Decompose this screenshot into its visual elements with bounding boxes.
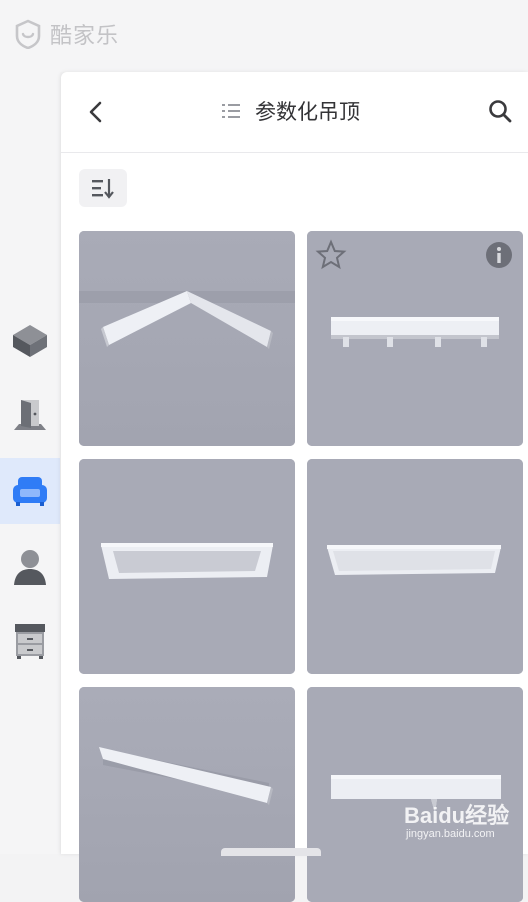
rail-item-furniture[interactable]	[0, 458, 60, 524]
search-icon[interactable]	[487, 98, 513, 124]
cube-icon	[13, 325, 47, 357]
left-rail	[0, 72, 60, 854]
person-icon	[14, 550, 46, 585]
chevron-left-icon[interactable]	[83, 98, 109, 126]
list-icon	[222, 104, 240, 118]
ceiling-model-image	[79, 231, 295, 446]
sort-icon	[92, 179, 114, 199]
cabinet-icon	[15, 624, 45, 659]
ceiling-model-image	[307, 687, 523, 902]
product-card[interactable]	[307, 231, 523, 446]
panel-header: 参数化吊顶	[61, 72, 528, 153]
star-outline-icon[interactable]	[315, 239, 347, 271]
info-icon[interactable]	[485, 241, 513, 269]
sort-button[interactable]	[79, 169, 127, 207]
product-card[interactable]	[79, 687, 295, 902]
rail-item-personal[interactable]	[0, 534, 60, 600]
watermark-sub: jingyan.baidu.com	[406, 828, 495, 840]
app-logo[interactable]: 酷家乐	[14, 18, 119, 50]
rail-item-door-window[interactable]	[0, 382, 60, 448]
door-icon	[14, 400, 46, 430]
top-bar: 酷家乐	[0, 0, 528, 72]
scroll-handle[interactable]	[221, 848, 321, 856]
catalog-panel: 参数化吊顶	[61, 72, 528, 902]
product-card[interactable]	[79, 231, 295, 446]
product-card[interactable]	[79, 459, 295, 674]
title-group: 参数化吊顶	[221, 96, 360, 126]
watermark-main: Baidu经验	[404, 803, 510, 828]
page-title: 参数化吊顶	[255, 100, 360, 124]
product-card[interactable]	[307, 687, 523, 902]
ceiling-model-image	[79, 687, 295, 902]
sofa-icon	[13, 477, 47, 506]
ceiling-model-image	[307, 459, 523, 674]
logo-text: 酷家乐	[50, 24, 120, 49]
baidu-watermark: Baidu经验 jingyan.baidu.com	[404, 796, 524, 848]
rail-item-hard-decoration[interactable]	[0, 308, 60, 374]
rail-item-cabinet[interactable]	[0, 608, 60, 674]
product-card[interactable]	[307, 459, 523, 674]
logo-shield-icon	[15, 19, 41, 49]
ceiling-model-image	[79, 459, 295, 674]
